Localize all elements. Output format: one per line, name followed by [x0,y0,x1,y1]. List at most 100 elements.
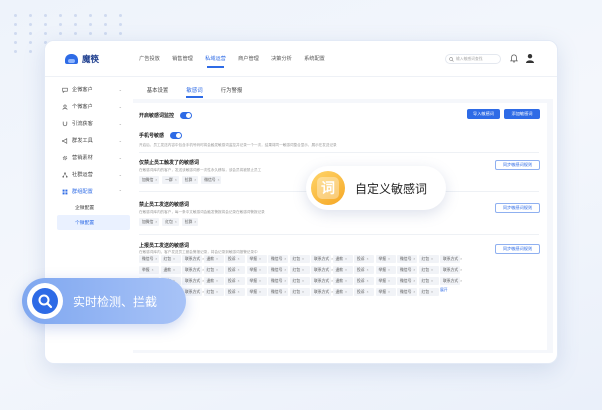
word-tag[interactable]: 红包× [162,218,179,226]
word-tag[interactable]: 红包× [203,266,224,274]
word-tag[interactable]: 红包× [418,255,439,263]
close-icon[interactable]: × [259,257,261,261]
close-icon[interactable]: × [216,290,218,294]
word-tag[interactable]: 微信号× [268,255,288,263]
close-icon[interactable]: × [155,178,157,182]
word-tag[interactable]: 微信号× [201,176,222,184]
word-tag[interactable]: 加微信 × [139,176,160,184]
close-icon[interactable]: × [345,268,347,272]
phone-toggle[interactable] [170,132,183,139]
word-tag[interactable]: 红包× [160,255,181,263]
close-icon[interactable]: × [367,268,369,272]
bell-icon[interactable] [510,54,518,63]
close-icon[interactable]: × [238,279,240,283]
add-words-button[interactable]: 添加敏感词 [504,109,540,119]
brand[interactable]: 魔筷 [65,53,99,65]
sidebar-item-group-config[interactable]: 群组配置 ⌃ [57,183,130,200]
close-icon[interactable]: × [284,257,286,261]
close-icon[interactable]: × [238,257,240,261]
sidebar-item-personal-customers[interactable]: 个微客户 ⌄ [57,98,130,115]
sidebar-item-community[interactable]: 社群运营 ⌄ [57,166,130,183]
word-tag[interactable]: 红包× [289,288,310,296]
word-tag[interactable]: 联系方式× [440,266,462,274]
word-tag[interactable]: 投诉 × [354,277,374,285]
word-tag[interactable]: 微信号× [268,288,288,296]
topnav-item-system[interactable]: 系统配置 [298,55,331,62]
word-tag[interactable]: 拉群 × [181,176,199,184]
word-tag[interactable]: 联系方式× [311,288,333,296]
word-tag[interactable]: 联系方式× [311,277,333,285]
word-tag[interactable]: 微信号× [397,288,417,296]
close-icon[interactable]: × [155,220,157,224]
word-tag[interactable]: 退款× [332,255,353,263]
word-tag[interactable]: 微信号× [268,277,288,285]
close-icon[interactable]: × [216,279,218,283]
sync-rules-button[interactable]: 同步敏感词规则 [495,244,540,254]
word-tag[interactable]: 举报× [375,255,396,263]
close-icon[interactable]: × [284,279,286,283]
word-tag[interactable]: 联系方式× [182,255,204,263]
close-icon[interactable]: × [367,290,369,294]
word-tag[interactable]: 联系方式× [182,266,204,274]
sidebar-subitem-wecom-config[interactable]: 企微配置 [57,200,130,215]
close-icon[interactable]: × [388,257,390,261]
word-tag[interactable]: 投诉 × [225,277,245,285]
word-tag[interactable]: 退款× [203,255,224,263]
close-icon[interactable]: × [431,268,433,272]
close-icon[interactable]: × [302,290,304,294]
close-icon[interactable]: × [413,268,415,272]
word-tag[interactable]: 微信号× [397,277,417,285]
sidebar-item-marketing-assets[interactable]: 营销素材 ⌄ [57,149,130,166]
sidebar-item-mass-send[interactable]: 群发工具 ⌄ [57,132,130,149]
word-tag[interactable]: 加微信 × [139,218,160,226]
close-icon[interactable]: × [284,290,286,294]
close-icon[interactable]: × [302,257,304,261]
close-icon[interactable]: × [218,178,220,182]
word-tag[interactable]: 退款× [203,277,224,285]
word-tag[interactable]: 联系方式× [311,266,333,274]
tab-behavior-alerts[interactable]: 行为警报 [213,77,250,99]
word-tag[interactable]: 投诉 × [354,266,374,274]
close-icon[interactable]: × [388,279,390,283]
close-icon[interactable]: × [302,268,304,272]
close-icon[interactable]: × [259,290,261,294]
word-tag[interactable]: 退款× [160,266,181,274]
close-icon[interactable]: × [413,290,415,294]
word-tag[interactable]: 投诉 × [354,255,374,263]
close-icon[interactable]: × [431,279,433,283]
close-icon[interactable]: × [259,268,261,272]
word-tag[interactable]: 举报× [246,255,267,263]
word-tag[interactable]: 红包× [418,266,439,274]
close-icon[interactable]: × [175,178,177,182]
close-icon[interactable]: × [388,290,390,294]
monitor-toggle[interactable] [180,112,193,119]
close-icon[interactable]: × [284,268,286,272]
sidebar-item-wecom-customers[interactable]: 企微客户 ⌄ [57,81,130,98]
word-tag[interactable]: 微信号× [268,266,288,274]
close-icon[interactable]: × [152,268,154,272]
close-icon[interactable]: × [155,257,157,261]
word-tag[interactable]: 联系方式× [440,255,462,263]
close-icon[interactable]: × [302,279,304,283]
close-icon[interactable]: × [367,257,369,261]
close-icon[interactable]: × [460,279,462,283]
word-tag[interactable]: 退款× [332,277,353,285]
topnav-item-merchant[interactable]: 商户管理 [232,55,265,62]
word-tag[interactable]: 红包× [289,266,310,274]
word-tag[interactable]: 红包× [203,288,224,296]
close-icon[interactable]: × [259,279,261,283]
import-words-button[interactable]: 导入敏感词 [467,109,500,119]
topnav-item-private[interactable]: 私域运营 [199,55,232,68]
close-icon[interactable]: × [173,257,175,261]
close-icon[interactable]: × [367,279,369,283]
word-tag[interactable]: 投诉 × [225,255,245,263]
word-tag[interactable]: 红包× [289,277,310,285]
sync-rules-button[interactable]: 同步敏感词规则 [495,203,540,213]
word-tag[interactable]: 微信号× [397,255,417,263]
close-icon[interactable]: × [431,257,433,261]
topnav-item-analysis[interactable]: 决策分析 [265,55,298,62]
close-icon[interactable]: × [173,268,175,272]
close-icon[interactable]: × [460,268,462,272]
tab-sensitive-words[interactable]: 敏感词 [176,77,213,99]
close-icon[interactable]: × [238,290,240,294]
